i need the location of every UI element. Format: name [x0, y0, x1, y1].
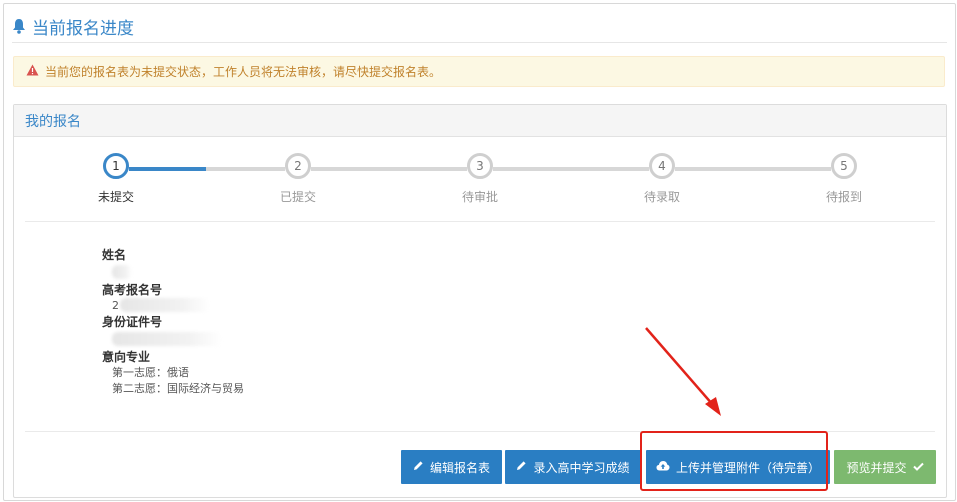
preview-submit-button[interactable]: 预览并提交: [834, 450, 936, 484]
step-4-label: 待录取: [643, 190, 680, 204]
progress-steps: 1 2 3 4 5 未提交 已提交 待审批 待录取 待报到: [14, 136, 946, 221]
divider: [25, 431, 935, 432]
alert-text: 当前您的报名表为未提交状态，工作人员将无法审核，请尽快提交报名表。: [45, 65, 442, 79]
exam-no-label: 高考报名号: [102, 283, 163, 297]
step-3-label: 待审批: [461, 190, 498, 204]
exam-no-redacted: [120, 298, 210, 312]
edit-form-button[interactable]: 编辑报名表: [401, 450, 502, 484]
step-connector: [675, 167, 831, 171]
checkmark-icon: [912, 460, 924, 474]
exam-no-partial: 2: [112, 299, 119, 312]
name-label: 姓名: [102, 248, 127, 262]
applicant-info: 姓名 高考报名号 2 身份证件号 意向专业 第一志愿：俄语 第二志愿：国际经济与…: [102, 247, 244, 397]
step-connector: [311, 167, 467, 171]
step-4-circle: 4: [649, 153, 675, 179]
cloud-upload-icon: [656, 460, 670, 474]
main-container: 当前报名进度 当前您的报名表为未提交状态，工作人员将无法审核，请尽快提交报名表。…: [3, 3, 956, 501]
step-connector: [129, 167, 206, 171]
pencil-icon: [516, 460, 527, 474]
major-choice-2: 第二志愿：国际经济与贸易: [112, 382, 244, 395]
step-2-label: 已提交: [279, 190, 316, 204]
step-connector: [206, 167, 285, 171]
warning-icon: [26, 64, 39, 79]
step-3-circle: 3: [467, 153, 493, 179]
step-1-label: 未提交: [97, 190, 134, 204]
panel-title: 我的报名: [14, 105, 946, 137]
step-5-label: 待报到: [825, 190, 862, 204]
page-title: 当前报名进度: [12, 13, 134, 39]
enter-scores-button[interactable]: 录入高中学习成绩: [505, 450, 641, 484]
panel-title-text: 我的报名: [25, 113, 81, 130]
upload-attachments-label: 上传并管理附件（待完善）: [675, 460, 820, 475]
major-choice-1: 第一志愿：俄语: [112, 366, 189, 379]
id-label: 身份证件号: [102, 315, 163, 329]
pencil-icon: [413, 460, 424, 474]
page-title-text: 当前报名进度: [32, 18, 134, 39]
edit-form-label: 编辑报名表: [429, 460, 490, 475]
step-5-circle: 5: [831, 153, 857, 179]
enter-scores-label: 录入高中学习成绩: [533, 460, 630, 475]
registration-panel: 我的报名 1 2 3 4 5 未提交 已提交 待审批 待录取 待报到 姓名 高考…: [13, 104, 947, 498]
preview-submit-label: 预览并提交: [846, 460, 907, 475]
bell-icon: [12, 18, 26, 34]
status-alert: 当前您的报名表为未提交状态，工作人员将无法审核，请尽快提交报名表。: [13, 56, 945, 87]
id-value-redacted: [112, 332, 222, 346]
name-value-redacted: [112, 265, 132, 279]
upload-attachments-button[interactable]: 上传并管理附件（待完善）: [646, 450, 830, 484]
step-connector: [493, 167, 649, 171]
divider: [25, 221, 935, 222]
step-1-circle: 1: [103, 153, 129, 179]
major-label: 意向专业: [102, 350, 151, 364]
step-2-circle: 2: [285, 153, 311, 179]
divider: [12, 42, 947, 43]
